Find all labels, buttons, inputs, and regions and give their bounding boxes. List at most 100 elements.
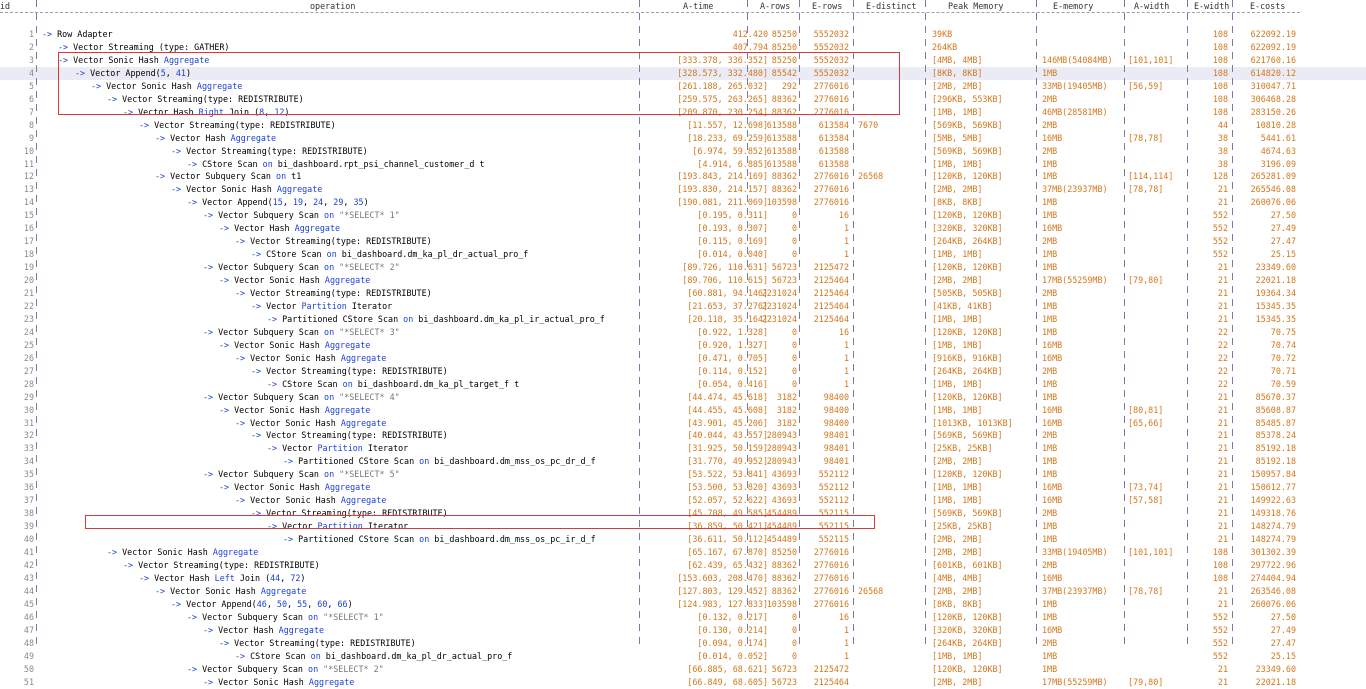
table-row[interactable]: 30 -> Vector Sonic Hash Aggregate [44.455,…	[0, 404, 1366, 417]
table-row[interactable]: 38 -> Vector Streaming(type: REDISTRIBUTE…	[0, 507, 1366, 520]
table-row[interactable]: 31 -> Vector Sonic Hash Aggregate [43.901,…	[0, 417, 1366, 430]
e-rows-cell: 2125464	[813, 676, 849, 687]
e-memory-cell: 1MB	[1042, 611, 1058, 622]
peak-memory-cell: [41KB, 41KB]	[932, 300, 993, 311]
a-rows-cell: 0	[791, 365, 797, 376]
e-width-cell: 108	[1212, 547, 1228, 557]
table-row[interactable]: 1 -> Row Adapter 412.420 85250 5552032 39KB 10…	[0, 28, 1366, 41]
e-rows-cell: 1	[843, 637, 849, 648]
e-rows-cell: 1	[843, 352, 849, 363]
table-row[interactable]: 11 -> CStore Scan on bi_dashboard.rpt_psi…	[0, 158, 1366, 171]
a-rows-cell: 0	[791, 378, 797, 389]
e-rows-cell: 2776016	[813, 559, 849, 570]
table-row[interactable]: 49 -> CStore Scan on bi_dashboard.dm_ka_p…	[0, 650, 1366, 663]
table-row[interactable]: 21 -> Vector Streaming(type: REDISTRIBUTE…	[0, 287, 1366, 300]
table-row[interactable]: 33 -> Vector Partition Iterator [31.925, 5…	[0, 442, 1366, 455]
table-row[interactable]: 3 -> Vector Sonic Hash Aggregate [333.378,…	[0, 54, 1366, 67]
table-row[interactable]: 15 -> Vector Subquery Scan on "*SELECT* 1…	[0, 209, 1366, 222]
e-memory-cell: 17MB(55259MB)	[1042, 676, 1108, 687]
table-row[interactable]: 6 -> Vector Streaming(type: REDISTRIBUTE)…	[0, 93, 1366, 106]
peak-memory-cell: [1013KB, 1013KB]	[932, 417, 1013, 428]
table-row[interactable]: 51 -> Vector Sonic Hash Aggregate [66.849,…	[0, 676, 1366, 689]
a-rows-cell: 43693	[771, 495, 797, 506]
table-row[interactable]: 36 -> Vector Sonic Hash Aggregate [53.500,…	[0, 481, 1366, 494]
table-row[interactable]: 45 -> Vector Append(46, 50, 55, 60, 66) [1…	[0, 598, 1366, 611]
a-width-cell: [101,101]	[1128, 54, 1174, 65]
table-row[interactable]: 2 -> Vector Streaming (type: GATHER) 407.7…	[0, 41, 1366, 54]
table-row[interactable]: 48 -> Vector Streaming(type: REDISTRIBUTE…	[0, 637, 1366, 650]
table-row[interactable]: 39 -> Vector Partition Iterator [36.859, 5…	[0, 520, 1366, 533]
e-rows-cell: 2125464	[813, 300, 849, 311]
table-row[interactable]: 46 -> Vector Subquery Scan on "*SELECT* 1…	[0, 611, 1366, 624]
table-row[interactable]: 13 -> Vector Sonic Hash Aggregate [193.830…	[0, 183, 1366, 196]
row-id: 12	[23, 171, 34, 182]
table-row[interactable]: 4 -> Vector Append(5, 41) [328.573, 332.48…	[0, 66, 1366, 80]
table-row[interactable]: 19 -> Vector Subquery Scan on "*SELECT* 2…	[0, 261, 1366, 274]
e-costs-cell: 150612.77	[1250, 482, 1296, 493]
table-row[interactable]: 44 -> Vector Sonic Hash Aggregate [127.803…	[0, 585, 1366, 598]
row-id: 7	[28, 106, 34, 117]
a-rows-cell: 88362	[771, 93, 797, 104]
table-row[interactable]: 47 -> Vector Hash Aggregate [0.130, 0.214]…	[0, 624, 1366, 637]
table-row[interactable]: 43 -> Vector Hash Left Join (44, 72) [153.…	[0, 572, 1366, 585]
table-row[interactable]: 14 -> Vector Append(15, 19, 24, 29, 35) [1…	[0, 196, 1366, 209]
table-row[interactable]: 16 -> Vector Hash Aggregate [0.193, 0.307]…	[0, 222, 1366, 235]
e-memory-cell: 1MB	[1042, 521, 1058, 532]
header-e-distinct[interactable]: E-distinct	[866, 1, 916, 12]
e-costs-cell: 27.49	[1270, 624, 1296, 635]
table-row[interactable]: 9 -> Vector Hash Aggregate [18.233, 69.259…	[0, 132, 1366, 145]
e-costs-cell: 301302.39	[1250, 547, 1296, 557]
table-row[interactable]: 5 -> Vector Sonic Hash Aggregate [261.188,…	[0, 80, 1366, 93]
table-row[interactable]: 17 -> Vector Streaming(type: REDISTRIBUTE…	[0, 235, 1366, 248]
table-row[interactable]: 28 -> CStore Scan on bi_dashboard.dm_ka_p…	[0, 378, 1366, 391]
peak-memory-cell: [120KB, 120KB]	[932, 391, 1003, 402]
e-width-cell: 21	[1217, 430, 1228, 441]
table-row[interactable]: 10 -> Vector Streaming(type: REDISTRIBUTE…	[0, 145, 1366, 158]
table-row[interactable]: 37 -> Vector Sonic Hash Aggregate [52.057,…	[0, 494, 1366, 507]
table-row[interactable]: 29 -> Vector Subquery Scan on "*SELECT* 4…	[0, 391, 1366, 404]
header-e-memory[interactable]: E-memory	[1053, 1, 1093, 12]
header-e-width[interactable]: E-width	[1194, 1, 1229, 12]
table-row[interactable]: 20 -> Vector Sonic Hash Aggregate [89.706,…	[0, 274, 1366, 287]
e-width-cell: 21	[1217, 585, 1228, 596]
table-row[interactable]: 25 -> Vector Sonic Hash Aggregate [0.920, …	[0, 339, 1366, 352]
table-row[interactable]: 8 -> Vector Streaming(type: REDISTRIBUTE)…	[0, 119, 1366, 132]
peak-memory-cell: [569KB, 569KB]	[932, 430, 1003, 441]
e-costs-cell: 621760.16	[1250, 54, 1296, 65]
table-row[interactable]: 18 -> CStore Scan on bi_dashboard.dm_ka_p…	[0, 248, 1366, 261]
table-row[interactable]: 12 -> Vector Subquery Scan on t1 [193.843,…	[0, 170, 1366, 183]
header-a-width[interactable]: A-width	[1134, 1, 1169, 12]
e-memory-cell: 2MB	[1042, 430, 1058, 441]
e-memory-cell: 2MB	[1042, 145, 1058, 156]
header-e-rows[interactable]: E-rows	[812, 1, 842, 12]
row-id: 38	[23, 508, 34, 519]
table-row[interactable]: 26 -> Vector Sonic Hash Aggregate [0.471, …	[0, 352, 1366, 365]
table-row[interactable]: 41 -> Vector Sonic Hash Aggregate [65.167,…	[0, 546, 1366, 559]
e-rows-cell: 98401	[823, 456, 849, 467]
header-peak-memory[interactable]: Peak Memory	[948, 1, 1003, 12]
table-row[interactable]: 24 -> Vector Subquery Scan on "*SELECT* 3…	[0, 326, 1366, 339]
table-row[interactable]: 40 -> Partitioned CStore Scan on bi_dashb…	[0, 533, 1366, 546]
e-width-cell: 22	[1217, 352, 1228, 363]
table-row[interactable]: 22 -> Vector Partition Iterator [21.653, 3…	[0, 300, 1366, 313]
row-id: 40	[23, 534, 34, 545]
header-id[interactable]: id	[0, 1, 34, 12]
table-row[interactable]: 42 -> Vector Streaming(type: REDISTRIBUTE…	[0, 559, 1366, 572]
e-memory-cell: 1MB	[1042, 249, 1058, 260]
table-row[interactable]: 35 -> Vector Subquery Scan on "*SELECT* 5…	[0, 468, 1366, 481]
header-operation[interactable]: operation	[310, 1, 355, 12]
header-a-rows[interactable]: A-rows	[760, 1, 790, 12]
table-row[interactable]: 50 -> Vector Subquery Scan on "*SELECT* 2…	[0, 663, 1366, 676]
table-row[interactable]: 34 -> Partitioned CStore Scan on bi_dashb…	[0, 455, 1366, 468]
table-row[interactable]: 23 -> Partitioned CStore Scan on bi_dashb…	[0, 313, 1366, 326]
table-row[interactable]: 27 -> Vector Streaming(type: REDISTRIBUTE…	[0, 365, 1366, 378]
e-width-cell: 21	[1217, 262, 1228, 273]
header-e-costs[interactable]: E-costs	[1250, 1, 1285, 12]
table-row[interactable]: 7 -> Vector Hash Right Join (8, 12) [209.8…	[0, 106, 1366, 119]
e-costs-cell: 148274.79	[1250, 534, 1296, 545]
e-rows-cell: 5552032	[813, 41, 849, 52]
header-a-time[interactable]: A-time	[683, 1, 713, 12]
e-costs-cell: 25.15	[1270, 249, 1296, 260]
e-costs-cell: 85670.37	[1255, 391, 1296, 402]
table-row[interactable]: 32 -> Vector Streaming(type: REDISTRIBUTE…	[0, 429, 1366, 442]
